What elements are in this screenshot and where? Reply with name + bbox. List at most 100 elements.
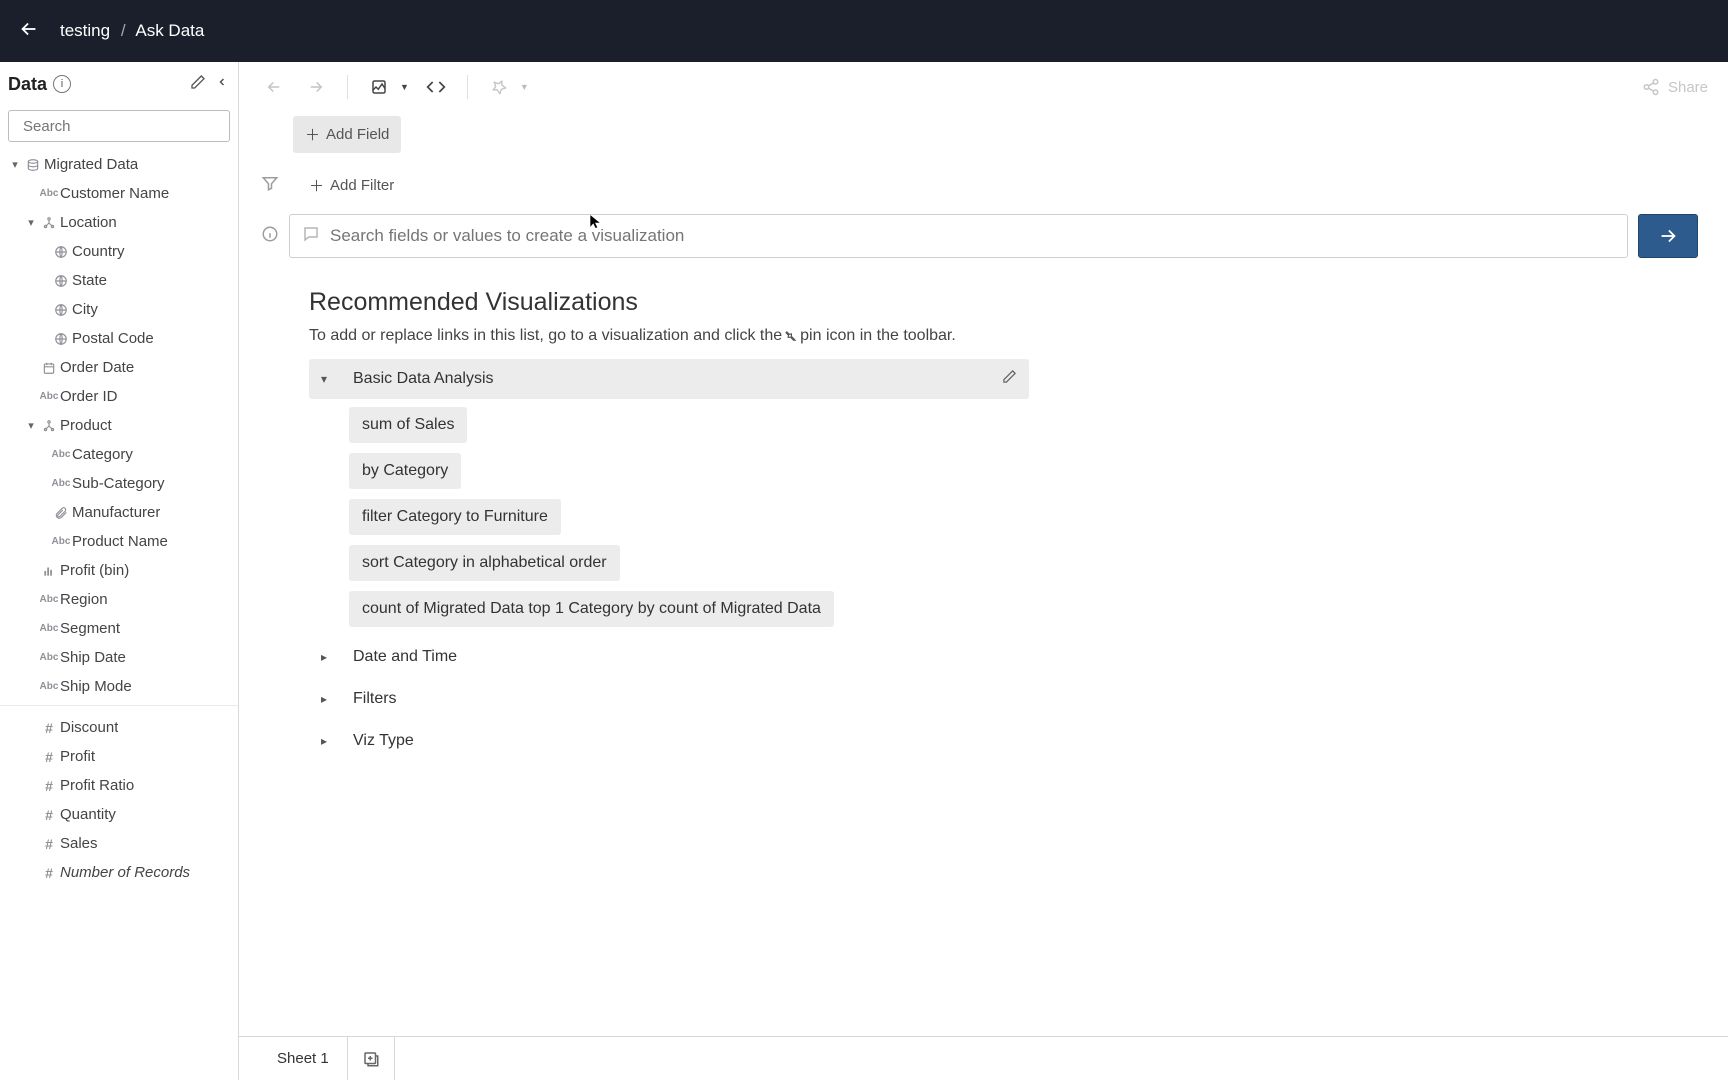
recommended-subtitle: To add or replace links in this list, go… (309, 327, 1698, 345)
datasource-node[interactable]: ▾ Migrated Data (0, 150, 238, 179)
rec-item[interactable]: sort Category in alphabetical order (349, 545, 620, 581)
field-ship-date[interactable]: AbcShip Date (0, 643, 238, 672)
sheet-tabs: Sheet 1 (239, 1036, 1728, 1080)
breadcrumb-root[interactable]: testing (60, 21, 110, 40)
abc-icon: Abc (38, 623, 60, 634)
info-icon[interactable]: i (53, 75, 71, 93)
field-city[interactable]: City (0, 295, 238, 324)
pin-icon (781, 326, 801, 346)
field-product-name[interactable]: AbcProduct Name (0, 527, 238, 556)
top-bar: testing / Ask Data (0, 0, 1728, 62)
search-input[interactable] (23, 118, 222, 135)
paperclip-icon (50, 506, 72, 520)
rec-item[interactable]: sum of Sales (349, 407, 467, 443)
chat-icon (302, 225, 320, 248)
hierarchy-icon (38, 216, 60, 230)
query-input-wrap[interactable] (289, 214, 1628, 258)
abc-icon: Abc (38, 391, 60, 402)
add-field-button[interactable]: ＋ Add Field (293, 116, 401, 153)
number-icon: # (38, 865, 60, 881)
rec-item[interactable]: count of Migrated Data top 1 Category by… (349, 591, 834, 627)
field-customer-name[interactable]: Abc Customer Name (0, 179, 238, 208)
field-profit[interactable]: #Profit (0, 742, 238, 771)
plus-icon: ＋ (309, 175, 324, 196)
sidebar-header: Data i (0, 62, 238, 106)
embed-code-button[interactable] (421, 72, 451, 102)
breadcrumb-separator: / (121, 21, 126, 40)
field-discount[interactable]: #Discount (0, 713, 238, 742)
share-label: Share (1668, 79, 1708, 96)
new-sheet-button[interactable] (348, 1037, 395, 1080)
field-state[interactable]: State (0, 266, 238, 295)
rec-item[interactable]: by Category (349, 453, 461, 489)
info-icon[interactable] (261, 225, 279, 248)
toolbar: ▼ ▼ Share (239, 62, 1728, 112)
sidebar-title: Data (8, 74, 47, 95)
plus-icon: ＋ (305, 124, 320, 145)
datasource-label: Migrated Data (44, 156, 138, 173)
number-icon: # (38, 778, 60, 794)
field-order-id[interactable]: AbcOrder ID (0, 382, 238, 411)
chevron-right-icon: ▸ (321, 692, 339, 706)
toolbar-separator (467, 75, 468, 99)
field-sales[interactable]: #Sales (0, 829, 238, 858)
chevron-down-icon: ▼ (520, 82, 529, 92)
rec-group-date-and-time[interactable]: ▸ Date and Time (309, 637, 1029, 677)
breadcrumb: testing / Ask Data (60, 21, 204, 41)
abc-icon: Abc (50, 478, 72, 489)
query-input[interactable] (330, 226, 1615, 246)
field-tree: ▾ Migrated Data Abc Customer Name ▾ Loca… (0, 150, 238, 1080)
add-filter-button[interactable]: ＋ Add Filter (297, 167, 406, 204)
rec-group-viz-type[interactable]: ▸ Viz Type (309, 721, 1029, 761)
abc-icon: Abc (38, 681, 60, 692)
globe-icon (50, 274, 72, 288)
field-number-of-records[interactable]: #Number of Records (0, 858, 238, 887)
collapse-sidebar-icon[interactable] (216, 75, 228, 94)
field-segment[interactable]: AbcSegment (0, 614, 238, 643)
breadcrumb-leaf: Ask Data (135, 21, 204, 40)
field-category[interactable]: AbcCategory (0, 440, 238, 469)
abc-icon: Abc (50, 536, 72, 547)
toolbar-separator (347, 75, 348, 99)
sheet-tab[interactable]: Sheet 1 (259, 1037, 348, 1080)
field-region[interactable]: AbcRegion (0, 585, 238, 614)
search-box[interactable] (8, 110, 230, 142)
globe-icon (50, 245, 72, 259)
pin-button[interactable] (484, 72, 514, 102)
globe-icon (50, 332, 72, 346)
edit-icon[interactable] (1002, 369, 1017, 389)
abc-icon: Abc (50, 449, 72, 460)
chevron-down-icon[interactable]: ▼ (400, 82, 409, 92)
chevron-down-icon: ▾ (24, 216, 38, 229)
globe-icon (50, 303, 72, 317)
field-profit-ratio[interactable]: #Profit Ratio (0, 771, 238, 800)
submit-button[interactable] (1638, 214, 1698, 258)
edit-icon[interactable] (190, 74, 206, 95)
redo-button[interactable] (301, 72, 331, 102)
field-profit-bin[interactable]: Profit (bin) (0, 556, 238, 585)
divider (0, 705, 238, 713)
field-ship-mode[interactable]: AbcShip Mode (0, 672, 238, 701)
field-postal-code[interactable]: Postal Code (0, 324, 238, 353)
filter-icon (261, 174, 279, 197)
number-icon: # (38, 836, 60, 852)
rec-group-filters[interactable]: ▸ Filters (309, 679, 1029, 719)
field-sub-category[interactable]: AbcSub-Category (0, 469, 238, 498)
chevron-down-icon: ▾ (321, 372, 339, 386)
save-viz-button[interactable] (364, 72, 394, 102)
field-country[interactable]: Country (0, 237, 238, 266)
field-manufacturer[interactable]: Manufacturer (0, 498, 238, 527)
number-icon: # (38, 720, 60, 736)
abc-icon: Abc (38, 188, 60, 199)
rec-item[interactable]: filter Category to Furniture (349, 499, 561, 535)
abc-icon: Abc (38, 652, 60, 663)
content-area: ▼ ▼ Share ＋ Add Field (239, 62, 1728, 1080)
rec-group-basic-data-analysis[interactable]: ▾ Basic Data Analysis (309, 359, 1029, 399)
recommended-title: Recommended Visualizations (309, 288, 1698, 317)
back-icon[interactable] (18, 18, 40, 45)
undo-button[interactable] (259, 72, 289, 102)
folder-product[interactable]: ▾ Product (0, 411, 238, 440)
field-quantity[interactable]: #Quantity (0, 800, 238, 829)
field-order-date[interactable]: Order Date (0, 353, 238, 382)
folder-location[interactable]: ▾ Location (0, 208, 238, 237)
